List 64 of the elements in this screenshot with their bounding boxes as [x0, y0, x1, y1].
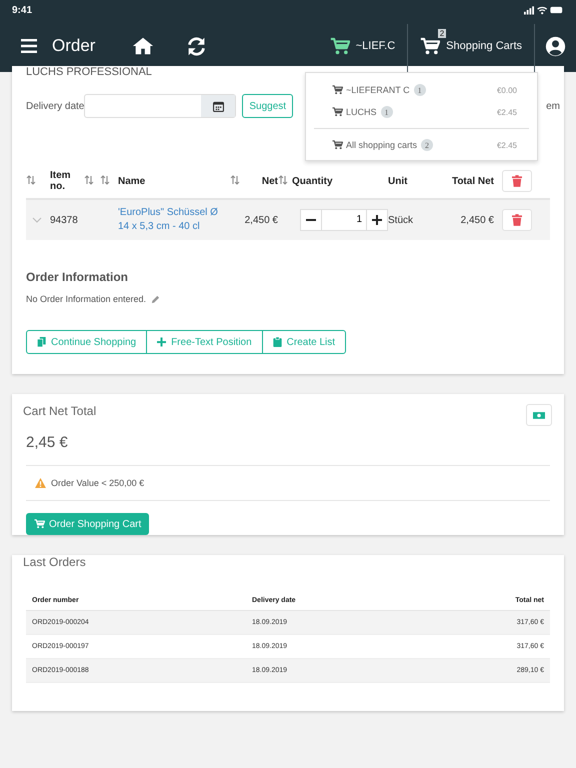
- delivery-date-field[interactable]: [84, 94, 236, 118]
- warning-text: Order Value < 250,00 €: [51, 478, 144, 488]
- money-icon: [533, 412, 545, 418]
- count-badge: 2: [421, 139, 434, 151]
- sort-icon[interactable]: [230, 174, 240, 184]
- warning-icon: [35, 478, 46, 488]
- delivery-date-label: Delivery date: [26, 100, 84, 112]
- cart-count-badge: 2: [438, 28, 446, 38]
- item-number: 94378: [50, 214, 79, 226]
- sort-icon[interactable]: [26, 174, 36, 184]
- delete-all-button[interactable]: [502, 170, 532, 192]
- column-header[interactable]: Name: [118, 176, 230, 186]
- cart-menu-item[interactable]: LUCHS 1 €2.45: [306, 101, 537, 123]
- total-amount: 2,45 €: [26, 434, 550, 466]
- column-header[interactable]: Net: [242, 176, 278, 186]
- item-label: em: [546, 100, 560, 112]
- trash-icon: [512, 214, 522, 226]
- trash-icon: [512, 175, 522, 187]
- card-title: Cart Net Total: [23, 404, 96, 420]
- product-link[interactable]: 'EuroPlus" Schüssel Ø 14 x 5,3 cm - 40 cl: [118, 206, 230, 234]
- decrease-button[interactable]: [300, 209, 322, 231]
- sort-icon[interactable]: [278, 174, 288, 184]
- current-cart-button[interactable]: ~LIEF.C: [318, 20, 408, 72]
- home-icon[interactable]: [132, 36, 154, 56]
- card-title: Last Orders: [23, 555, 87, 569]
- increase-button[interactable]: [366, 209, 388, 231]
- column-header[interactable]: Total Net: [444, 176, 494, 186]
- status-icons: [524, 5, 564, 15]
- order-information-title: Order Information: [26, 270, 130, 284]
- refresh-icon[interactable]: [186, 36, 207, 56]
- cart-menu-item[interactable]: ~LIEFERANT C 1 €0.00: [306, 79, 537, 101]
- column-header[interactable]: Quantity: [292, 176, 388, 186]
- clipboard-icon: [272, 337, 282, 347]
- pencil-icon[interactable]: [151, 294, 160, 304]
- cart-icon: [420, 36, 440, 56]
- plus-icon: [372, 215, 382, 225]
- cart-icon: [330, 36, 350, 56]
- shopping-carts-button[interactable]: 2 Shopping Carts: [408, 20, 534, 72]
- cart-icon: [332, 140, 343, 150]
- cart-icon: [34, 519, 45, 529]
- count-badge: 1: [414, 84, 426, 96]
- cart-menu-item[interactable]: All shopping carts 2 €2.45: [306, 134, 537, 156]
- delete-button[interactable]: [502, 209, 532, 231]
- calendar-icon: [212, 100, 224, 112]
- menu-icon[interactable]: [21, 39, 37, 53]
- sort-icon[interactable]: [84, 174, 94, 184]
- money-button[interactable]: [526, 404, 552, 426]
- page-title: Order: [52, 36, 96, 56]
- copy-icon: [37, 337, 46, 347]
- column-header[interactable]: Unit: [388, 176, 444, 186]
- plus-icon: [157, 337, 166, 347]
- sort-icon[interactable]: [100, 174, 110, 184]
- unit: Stück: [388, 214, 414, 226]
- user-icon[interactable]: [545, 36, 566, 56]
- column-header[interactable]: Item no.: [50, 170, 84, 192]
- quantity-field[interactable]: 1: [322, 209, 366, 231]
- net-price: 2,450 €: [244, 214, 278, 226]
- supplier-title: LUCHS PROFESSIONAL: [26, 66, 153, 78]
- cart-icon: [332, 85, 343, 95]
- total-price: 2,450 €: [460, 214, 494, 226]
- count-badge: 1: [380, 106, 393, 118]
- status-time: 9:41: [12, 4, 32, 16]
- order-information-text: No Order Information entered.: [26, 294, 146, 304]
- cart-icon: [332, 107, 343, 117]
